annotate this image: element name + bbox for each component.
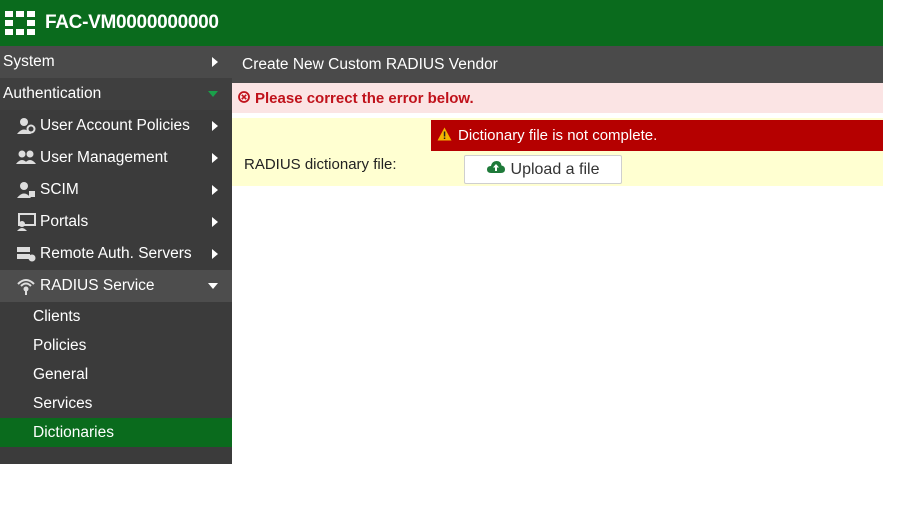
scim-icon xyxy=(15,180,37,200)
sidebar-item-remote-auth-servers[interactable]: Remote Auth. Servers xyxy=(0,238,232,270)
cloud-upload-icon xyxy=(486,160,505,179)
sidebar-subitem-services[interactable]: Services xyxy=(0,389,232,418)
sidebar-item-user-management[interactable]: User Management xyxy=(0,142,232,174)
sidebar-category-label: Authentication xyxy=(3,85,102,102)
upload-file-button[interactable]: Upload a file xyxy=(464,155,622,184)
hostname: FAC-VM0000000000 xyxy=(45,12,219,33)
sidebar-item-label: User Management xyxy=(40,149,168,166)
chevron-right-icon xyxy=(212,153,218,163)
dictionary-file-label: RADIUS dictionary file: xyxy=(244,156,397,173)
sidebar-subitem-dictionaries[interactable]: Dictionaries xyxy=(0,418,232,447)
sidebar-subitem-label: General xyxy=(33,365,89,383)
sidebar-item-radius-service[interactable]: RADIUS Service xyxy=(0,270,232,302)
error-banner-text: Please correct the error below. xyxy=(255,89,474,107)
chevron-down-icon xyxy=(208,91,218,97)
sidebar-item-label: RADIUS Service xyxy=(40,277,155,294)
sidebar-subitem-general[interactable]: General xyxy=(0,360,232,389)
sidebar-subitem-label: Clients xyxy=(33,307,81,325)
top-header: FAC-VM0000000000 xyxy=(0,0,883,46)
sidebar-subitem-label: Dictionaries xyxy=(33,423,114,441)
page-title: Create New Custom RADIUS Vendor xyxy=(242,55,498,73)
sidebar-category-authentication[interactable]: Authentication xyxy=(0,78,232,110)
chevron-right-icon xyxy=(212,121,218,131)
chevron-down-icon xyxy=(208,283,218,289)
sidebar-subitem-label: Services xyxy=(33,394,93,412)
sidebar-subitem-label: Policies xyxy=(33,336,87,354)
user-policies-icon xyxy=(15,116,37,136)
sidebar-item-user-account-policies[interactable]: User Account Policies xyxy=(0,110,232,142)
field-error-text: Dictionary file is not complete. xyxy=(458,127,658,144)
sidebar-category-label: System xyxy=(3,53,55,70)
chevron-right-icon xyxy=(212,185,218,195)
sidebar-item-label: Portals xyxy=(40,213,89,230)
sidebar-item-scim[interactable]: SCIM xyxy=(0,174,232,206)
portals-icon xyxy=(15,212,37,232)
sidebar-item-portals[interactable]: Portals xyxy=(0,206,232,238)
field-error-message: Dictionary file is not complete. xyxy=(431,120,883,151)
users-icon xyxy=(15,148,37,168)
sidebar-subitem-policies[interactable]: Policies xyxy=(0,331,232,360)
upload-button-label: Upload a file xyxy=(510,160,600,178)
chevron-right-icon xyxy=(212,217,218,227)
error-x-icon xyxy=(238,90,250,107)
chevron-right-icon xyxy=(212,249,218,259)
sidebar-item-label: User Account Policies xyxy=(40,117,190,134)
form-row: Dictionary file is not complete. RADIUS … xyxy=(232,118,883,186)
sidebar-item-label: Remote Auth. Servers xyxy=(40,245,192,262)
warning-icon xyxy=(437,127,452,145)
servers-icon xyxy=(15,244,37,264)
error-banner: Please correct the error below. xyxy=(232,83,883,113)
fortinet-logo-icon xyxy=(5,11,35,35)
page-title-bar: Create New Custom RADIUS Vendor xyxy=(232,46,883,83)
sidebar-subitem-clients[interactable]: Clients xyxy=(0,302,232,331)
radius-icon xyxy=(15,276,37,296)
sidebar-category-system[interactable]: System xyxy=(0,46,232,78)
chevron-right-icon xyxy=(212,57,218,67)
sidebar-item-label: SCIM xyxy=(40,181,79,198)
sidebar: System Authentication User Account Polic… xyxy=(0,46,232,464)
